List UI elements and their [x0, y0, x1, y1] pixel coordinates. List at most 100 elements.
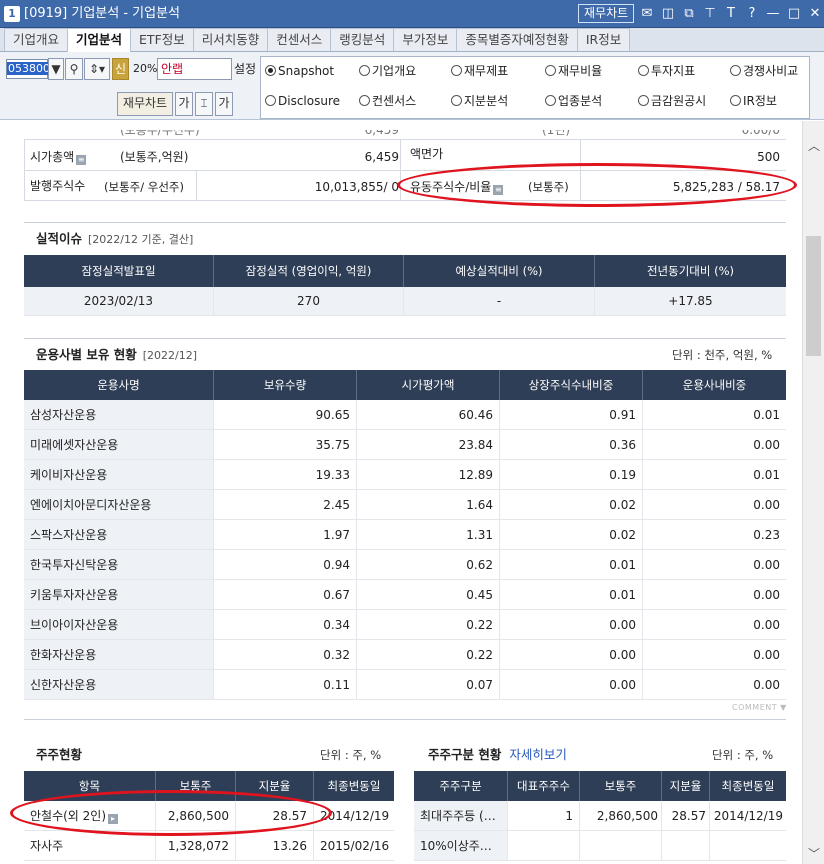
table-row[interactable]: 미래에셋자산운용 35.75 23.84 0.36 0.00 [24, 430, 786, 460]
summary-border [400, 139, 401, 200]
tab-capital-increase[interactable]: 종목별증자예정현황 [456, 28, 578, 51]
cell: 0.00 [753, 558, 780, 572]
fin-chart-title-button[interactable]: 재무차트 [578, 4, 635, 23]
table-row[interactable]: 한화자산운용 0.32 0.22 0.00 0.00 [24, 640, 786, 670]
summary-border [24, 139, 25, 200]
new-button[interactable]: 신 [112, 58, 129, 80]
tab-company-analysis[interactable]: 기업분석 [67, 28, 132, 52]
layout-icon[interactable]: ⌶ [195, 92, 213, 116]
split-icon[interactable]: ◫ [661, 5, 675, 23]
radio-icon [545, 95, 556, 106]
radio-fss-disclosure[interactable]: 금감원공시 [638, 93, 706, 109]
radio-competitor-compare[interactable]: 경쟁사비교 [730, 63, 798, 79]
cursor-icon[interactable]: ⇕▾ [84, 58, 110, 80]
cell: 0.00 [753, 588, 780, 602]
tab-extra-info[interactable]: 부가정보 [393, 28, 458, 51]
radio-snapshot[interactable]: Snapshot [265, 63, 334, 79]
radio-company-overview[interactable]: 기업개요 [359, 63, 416, 79]
table-row[interactable]: 한국투자신탁운용 0.94 0.62 0.01 0.00 [24, 550, 786, 580]
radio-investment-indicators[interactable]: 투자지표 [638, 63, 695, 79]
pin-icon[interactable]: ⊤ [703, 5, 717, 23]
tab-ir-info[interactable]: IR정보 [576, 28, 631, 51]
holder-types-unit: 단위 : 주, % [712, 748, 774, 762]
fund-name: 신한자산운용 [24, 670, 214, 699]
cell: 0.00 [500, 640, 643, 669]
window-number-icon: 1 [4, 6, 20, 22]
table-row[interactable]: 스팍스자산운용 1.97 1.31 0.02 0.23 [24, 520, 786, 550]
radio-consensus[interactable]: 컨센서스 [359, 93, 416, 109]
table-row[interactable]: 자사주 1,328,072 13.26 2015/02/16 [24, 831, 394, 861]
font-icon[interactable]: T [724, 5, 738, 23]
col-header: 전년동기대비 (%) [646, 264, 735, 278]
radio-share-analysis[interactable]: 지분분석 [451, 93, 508, 109]
scroll-thumb[interactable] [806, 236, 821, 356]
cell: 1 [508, 801, 580, 830]
cell: 2023/02/13 [24, 287, 214, 315]
table-row[interactable]: 케이비자산운용 19.33 12.89 0.19 0.01 [24, 460, 786, 490]
radio-icon [730, 95, 741, 106]
company-name-field[interactable]: 안랩 [157, 58, 232, 80]
mail-icon[interactable]: ✉ [640, 5, 654, 23]
code-dropdown-icon[interactable]: ▼ [48, 58, 64, 80]
detail-link[interactable]: 자세히보기 [509, 747, 567, 762]
radio-ir-info[interactable]: IR정보 [730, 93, 777, 109]
tab-consensus[interactable]: 컨센서스 [267, 28, 332, 51]
radio-icon [265, 95, 276, 106]
cell: 28.57 [662, 801, 710, 830]
table-row[interactable]: 키움투자자산운용 0.67 0.45 0.01 0.00 [24, 580, 786, 610]
holder-types-header: 주주구분 대표주주수 보통주 지분율 최종변동일 [414, 771, 786, 801]
table-row[interactable]: 최대주주등 (… 1 2,860,500 28.57 2014/12/19 [414, 801, 786, 831]
radio-icon [359, 65, 370, 76]
pct-label: 20% [133, 62, 158, 75]
fin-chart-button[interactable]: 재무차트 [117, 92, 173, 116]
cell: 35.75 [214, 430, 357, 459]
table-row[interactable]: 10%이상주… [414, 831, 786, 861]
cell: 60.46 [357, 400, 500, 429]
tab-company-overview[interactable]: 기업개요 [4, 28, 69, 51]
earnings-table: 2023/02/13 270 - +17.85 [24, 287, 786, 316]
fund-name: 한국투자신탁운용 [24, 550, 214, 579]
radio-financial-ratios[interactable]: 재무비율 [545, 63, 602, 79]
font-increase-button[interactable]: 가 [175, 92, 193, 116]
radio-selected-icon [265, 65, 276, 76]
vertical-scrollbar[interactable]: ︿ ﹀ [802, 121, 824, 864]
tab-research[interactable]: 리서치동향 [192, 28, 269, 51]
table-row[interactable]: 엔에이치아문디자산운용 2.45 1.64 0.02 0.00 [24, 490, 786, 520]
fund-name: 스팍스자산운용 [24, 520, 214, 549]
help-icon[interactable]: ? [745, 5, 759, 23]
col-header: 주주구분 [414, 771, 508, 801]
scroll-down-icon[interactable]: ﹀ [808, 845, 820, 862]
earnings-header: 잠정실적발표일 잠정실적 (영업이익, 억원) 예상실적대비 (%) 전년동기대… [24, 255, 786, 287]
cell [710, 831, 786, 860]
cell: 0.01 [500, 550, 643, 579]
info-icon[interactable]: ≡ [76, 155, 87, 165]
minimize-icon[interactable]: — [766, 5, 780, 23]
cell: 0.91 [500, 400, 643, 429]
radio-industry-analysis[interactable]: 업종분석 [545, 93, 602, 109]
col-header: 예상실적대비 (%) [404, 255, 595, 287]
table-row[interactable]: 신한자산운용 0.11 0.07 0.00 0.00 [24, 670, 786, 700]
cell: 23.84 [357, 430, 500, 459]
table-row[interactable]: 삼성자산운용 90.65 60.46 0.91 0.01 [24, 400, 786, 430]
face-value: 500 [757, 150, 780, 164]
copy-window-icon[interactable]: ⧉ [682, 5, 696, 23]
maximize-icon[interactable]: □ [787, 5, 801, 23]
settings-label[interactable]: 설정 [234, 61, 256, 77]
stock-code-input[interactable]: 053800 [6, 59, 51, 79]
comment-toggle[interactable]: COMMENT ▼ [732, 703, 787, 712]
holder-types-title: 주주구분 현황 자세히보기 [428, 747, 567, 762]
tab-ranking[interactable]: 랭킹분석 [330, 28, 395, 51]
search-icon[interactable]: ⚲ [65, 58, 83, 80]
radio-icon [545, 65, 556, 76]
fund-name: 엔에이치아문디자산운용 [24, 490, 214, 519]
cell: 최대주주등 (… [414, 801, 508, 830]
radio-financial-statements[interactable]: 재무제표 [451, 63, 508, 79]
close-icon[interactable]: ✕ [808, 5, 822, 23]
font-decrease-button[interactable]: 가 [215, 92, 233, 116]
radio-disclosure[interactable]: Disclosure [265, 93, 340, 109]
tab-etf-info[interactable]: ETF정보 [130, 28, 194, 51]
table-row[interactable]: 브이아이자산운용 0.34 0.22 0.00 0.00 [24, 610, 786, 640]
cell: 0.02 [500, 520, 643, 549]
scroll-up-icon[interactable]: ︿ [808, 137, 820, 154]
funds-table: 삼성자산운용 90.65 60.46 0.91 0.01 미래에셋자산운용 35.75 23.… [24, 400, 786, 700]
